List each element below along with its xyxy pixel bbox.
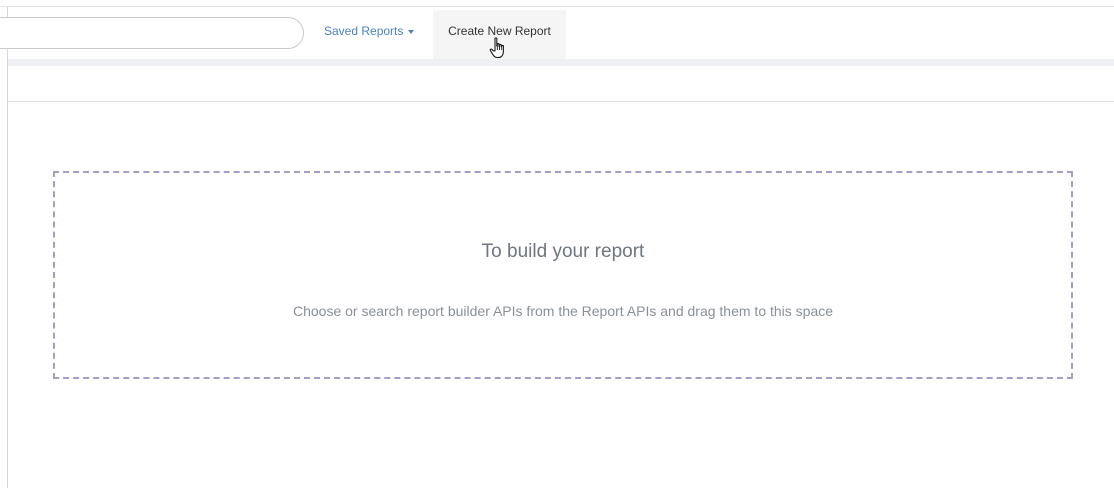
top-border [0, 0, 1114, 7]
toolbar-subbar [8, 59, 1114, 66]
section-divider [8, 101, 1114, 102]
saved-reports-dropdown[interactable]: Saved Reports [324, 24, 415, 38]
dropzone-title: To build your report [481, 241, 645, 262]
hand-pointer-icon [489, 37, 504, 59]
saved-reports-label: Saved Reports [324, 24, 404, 38]
dropzone-subtitle: Choose or search report builder APIs fro… [292, 303, 834, 319]
caret-down-icon [408, 29, 415, 34]
toolbar: Saved Reports Create New Report [0, 7, 1114, 59]
left-border [7, 7, 8, 488]
report-builder-window: Saved Reports Create New Report To build… [0, 0, 1114, 488]
create-new-report-label: Create New Report [448, 24, 551, 38]
search-input[interactable] [0, 17, 304, 49]
report-dropzone[interactable]: To build your report Choose or search re… [53, 171, 1073, 379]
